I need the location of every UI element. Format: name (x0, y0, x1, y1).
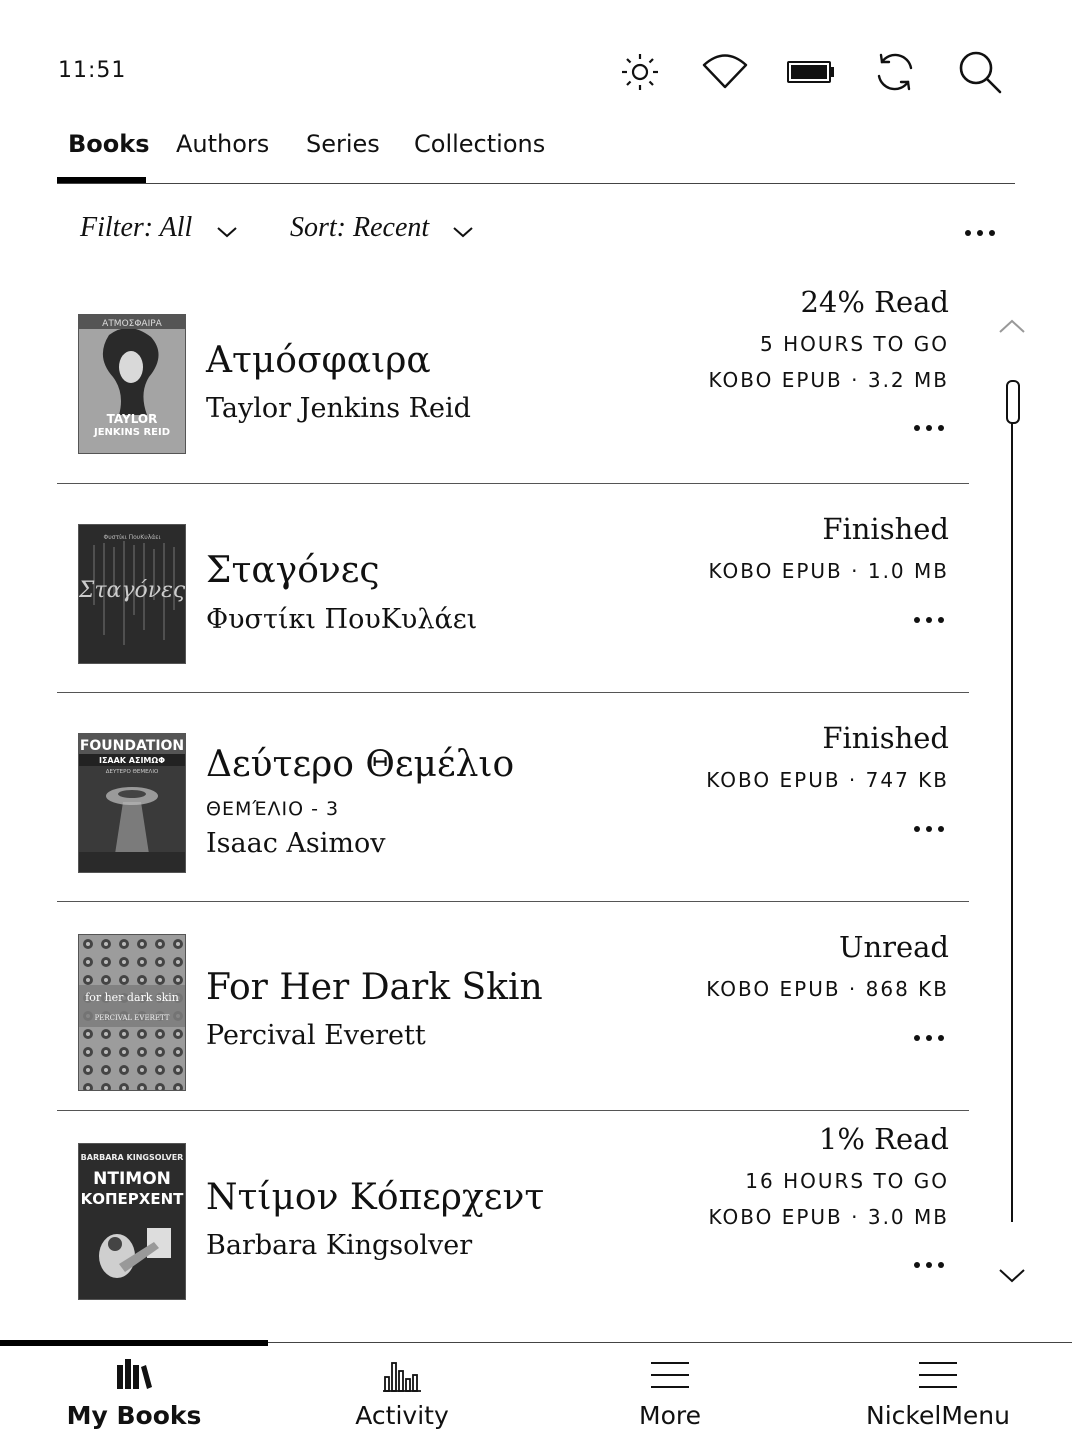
chevron-down-icon[interactable] (452, 221, 474, 243)
reading-status: 1% Read (818, 1122, 949, 1156)
scroll-down-icon[interactable] (998, 1266, 1026, 1286)
book-author: Φυστίκι ΠουΚυλάει (206, 604, 478, 635)
filter-dropdown[interactable]: Filter: All (80, 212, 192, 244)
reading-status: Unread (839, 930, 949, 964)
nav-label: More (639, 1401, 701, 1430)
book-more-icon[interactable] (911, 1257, 947, 1273)
cover-author-text: JENKINS REID (93, 427, 170, 438)
sort-dropdown[interactable]: Sort: Recent (290, 212, 429, 244)
more-options-icon[interactable] (962, 215, 998, 251)
menu-lines-icon (651, 1362, 689, 1388)
cover-author-text: Φυστίκι ΠουΚυλάει (104, 534, 161, 541)
cover-title-text: ΝΤΙΜΟΝ (93, 1169, 171, 1189)
book-series: ΘΕΜΈΛΙΟ - 3 (206, 798, 340, 820)
cover-subtitle-text: ΔΕΥΤΕΡΟ ΘΕΜΕΛΙΟ (106, 769, 159, 775)
chevron-down-icon[interactable] (216, 221, 238, 243)
book-more-icon[interactable] (911, 420, 947, 436)
book-more-icon[interactable] (911, 821, 947, 837)
row-divider (57, 1110, 969, 1111)
scrollbar-track[interactable] (1011, 420, 1013, 1222)
nav-label: Activity (355, 1401, 449, 1430)
wifi-icon[interactable] (701, 48, 749, 96)
cover-author-text: TAYLOR (107, 412, 158, 426)
row-divider (57, 692, 969, 693)
tab-series[interactable]: Series (306, 130, 380, 158)
tab-collections[interactable]: Collections (414, 130, 545, 158)
row-divider (57, 483, 969, 484)
nav-label: My Books (66, 1401, 202, 1430)
book-format: KOBO EPUB · 747 KB (706, 768, 949, 792)
book-format: KOBO EPUB · 1.0 MB (708, 559, 949, 583)
cover-title-text: FOUNDATION (80, 738, 184, 754)
book-author: Barbara Kingsolver (206, 1230, 473, 1261)
scroll-up-icon[interactable] (998, 316, 1026, 336)
nav-my-books[interactable]: My Books (0, 1355, 268, 1430)
book-title[interactable]: For Her Dark Skin (206, 967, 543, 1008)
book-author: Taylor Jenkins Reid (206, 393, 471, 424)
bookshelf-icon (117, 1359, 152, 1389)
book-format: KOBO EPUB · 868 KB (706, 977, 949, 1001)
cover-title-text: ΚΟΠΕΡΧΕΝΤ (81, 1190, 185, 1208)
reading-status: 24% Read (800, 285, 949, 319)
book-cover[interactable]: ΑΤΜΟΣΦΑΙΡΑ TAYLOR JENKINS REID (78, 314, 186, 454)
tab-books[interactable]: Books (68, 130, 150, 158)
nav-nickelmenu[interactable]: NickelMenu (804, 1355, 1072, 1430)
scrollbar-thumb[interactable] (1006, 380, 1020, 424)
book-title[interactable]: Σταγόνες (206, 550, 380, 591)
activity-chart-icon (383, 1362, 421, 1392)
book-format: KOBO EPUB · 3.2 MB (708, 368, 949, 392)
book-format: KOBO EPUB · 3.0 MB (708, 1205, 949, 1229)
brightness-icon[interactable] (616, 48, 664, 96)
cover-author-text: ΙΣΑΑΚ ΑΣΙΜΩΦ (99, 756, 165, 765)
cover-author-text: BARBARA KINGSOLVER (81, 1153, 184, 1162)
book-title[interactable]: Δεύτερο Θεμέλιο (206, 744, 514, 785)
menu-lines-icon (919, 1362, 957, 1388)
book-cover[interactable]: FOUNDATION ΙΣΑΑΚ ΑΣΙΜΩΦ ΔΕΥΤΕΡΟ ΘΕΜΕΛΙΟ (78, 733, 186, 873)
book-cover[interactable]: for her dark skin PERCIVAL EVERETT (78, 934, 186, 1091)
row-divider (57, 901, 969, 902)
book-cover[interactable]: BARBARA KINGSOLVER ΝΤΙΜΟΝ ΚΟΠΕΡΧΕΝΤ (78, 1143, 186, 1300)
nav-label: NickelMenu (866, 1401, 1010, 1430)
clock: 11:51 (58, 58, 127, 83)
active-nav-indicator (0, 1340, 268, 1346)
search-icon[interactable] (956, 48, 1004, 96)
book-author: Percival Everett (206, 1020, 426, 1051)
time-remaining: 5 HOURS TO GO (759, 332, 949, 356)
tabs-divider (57, 183, 1015, 184)
book-cover[interactable]: Φυστίκι ΠουΚυλάει Σταγόνες (78, 524, 186, 664)
reading-status: Finished (822, 721, 949, 755)
book-more-icon[interactable] (911, 612, 947, 628)
time-remaining: 16 HOURS TO GO (745, 1169, 949, 1193)
book-title[interactable]: Ντίμον Κόπερχεντ (206, 1177, 544, 1218)
book-author: Isaac Asimov (206, 828, 386, 859)
cover-title-text: for her dark skin (85, 991, 179, 1004)
tab-authors[interactable]: Authors (176, 130, 269, 158)
reading-status: Finished (822, 512, 949, 546)
battery-icon[interactable] (786, 48, 834, 96)
cover-author-text: PERCIVAL EVERETT (95, 1014, 170, 1022)
cover-title-text: Σταγόνες (79, 578, 185, 603)
book-more-icon[interactable] (911, 1030, 947, 1046)
nav-more[interactable]: More (536, 1355, 804, 1430)
book-title[interactable]: Ατμόσφαιρα (206, 340, 431, 381)
sync-icon[interactable] (871, 48, 919, 96)
nav-activity[interactable]: Activity (268, 1355, 536, 1430)
cover-title-text: ΑΤΜΟΣΦΑΙΡΑ (102, 319, 163, 329)
